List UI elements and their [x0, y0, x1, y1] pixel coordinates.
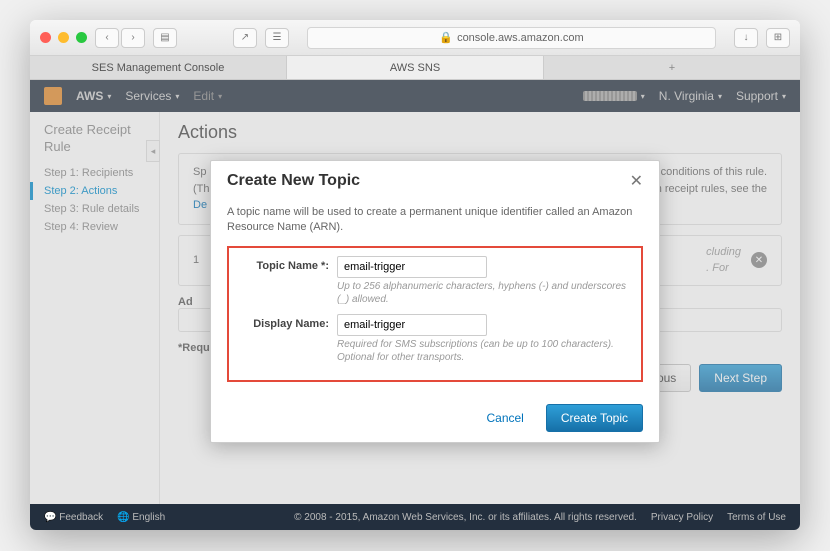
language-link[interactable]: 🌐 English: [117, 512, 165, 523]
copyright-text: © 2008 - 2015, Amazon Web Services, Inc.…: [294, 512, 637, 523]
create-topic-modal: Create New Topic ✕ A topic name will be …: [210, 160, 660, 443]
browser-tabs: SES Management Console AWS SNS +: [30, 56, 800, 80]
modal-close-icon[interactable]: ✕: [630, 171, 643, 191]
modal-fields: Topic Name *: Up to 256 alphanumeric cha…: [227, 246, 643, 382]
forward-button[interactable]: ›: [121, 28, 145, 48]
feedback-link[interactable]: 💬 Feedback: [44, 512, 103, 523]
modal-title: Create New Topic: [227, 172, 360, 190]
terms-link[interactable]: Terms of Use: [727, 512, 786, 523]
tabs-overview-icon[interactable]: ⊞: [766, 28, 790, 48]
display-name-label: Display Name:: [239, 314, 329, 336]
back-button[interactable]: ‹: [95, 28, 119, 48]
aws-footer: 💬 Feedback 🌐 English © 2008 - 2015, Amaz…: [30, 504, 800, 530]
create-topic-button[interactable]: Create Topic: [546, 404, 643, 432]
reader-icon[interactable]: ☰: [265, 28, 289, 48]
address-bar[interactable]: 🔒 console.aws.amazon.com: [307, 27, 716, 49]
privacy-link[interactable]: Privacy Policy: [651, 512, 713, 523]
new-tab-button[interactable]: +: [544, 56, 800, 79]
close-window-icon[interactable]: [40, 32, 51, 43]
browser-tab-sns[interactable]: AWS SNS: [287, 56, 544, 79]
modal-description: A topic name will be used to create a pe…: [227, 205, 643, 236]
share-icon[interactable]: ↗: [233, 28, 257, 48]
titlebar: ‹ › ▤ ↗ ☰ 🔒 console.aws.amazon.com ↓ ⊞: [30, 20, 800, 56]
topic-name-hint: Up to 256 alphanumeric characters, hyphe…: [337, 280, 631, 306]
modal-cancel-button[interactable]: Cancel: [472, 404, 537, 432]
sidebar-toggle-icon[interactable]: ▤: [153, 28, 177, 48]
display-name-input[interactable]: [337, 314, 487, 336]
zoom-window-icon[interactable]: [76, 32, 87, 43]
minimize-window-icon[interactable]: [58, 32, 69, 43]
display-name-hint: Required for SMS subscriptions (can be u…: [337, 338, 631, 364]
lock-icon: 🔒: [439, 31, 453, 44]
url-text: console.aws.amazon.com: [457, 32, 584, 44]
traffic-lights: [40, 32, 87, 43]
browser-tab-ses[interactable]: SES Management Console: [30, 56, 287, 79]
downloads-icon[interactable]: ↓: [734, 28, 758, 48]
topic-name-label: Topic Name *:: [239, 256, 329, 278]
topic-name-input[interactable]: [337, 256, 487, 278]
browser-window: ‹ › ▤ ↗ ☰ 🔒 console.aws.amazon.com ↓ ⊞ S…: [30, 20, 800, 530]
